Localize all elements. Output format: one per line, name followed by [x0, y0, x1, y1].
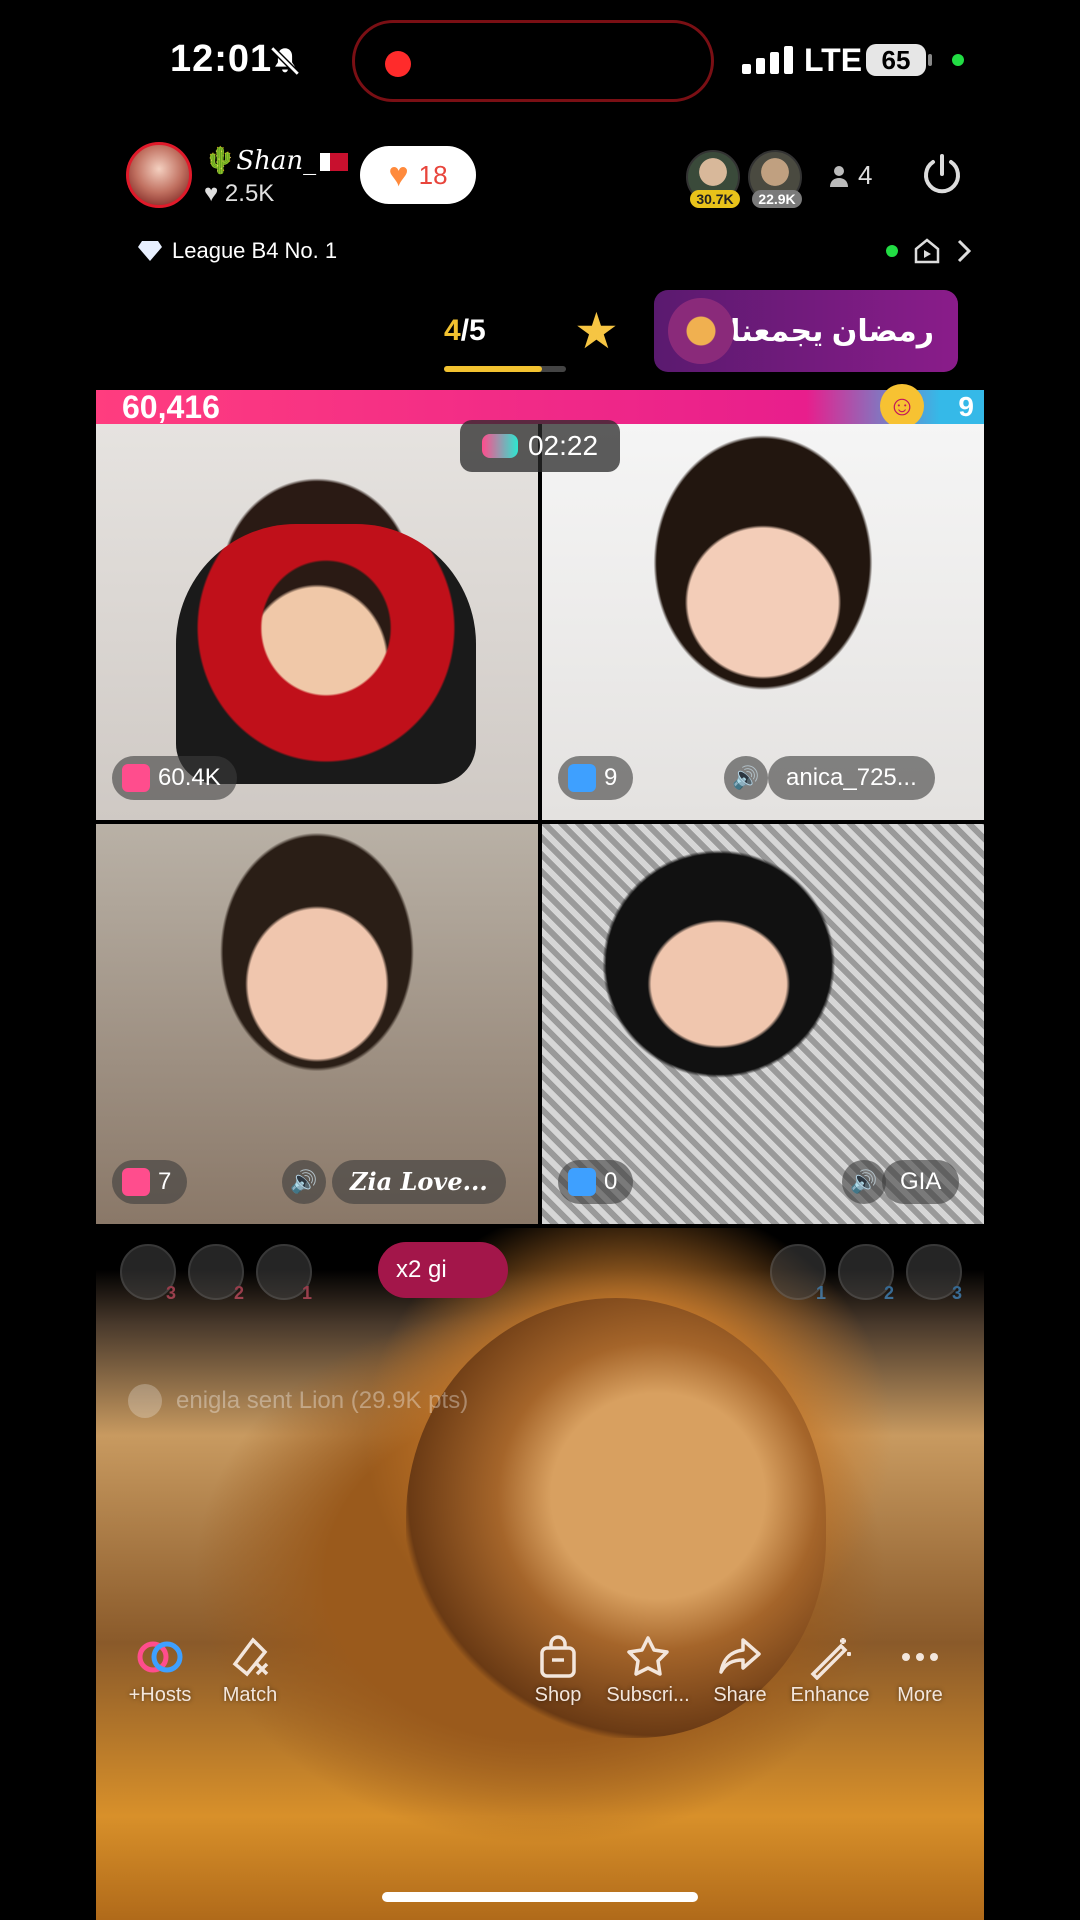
speaker-icon[interactable]: 🔊 — [724, 756, 768, 800]
host-avatar[interactable] — [126, 142, 192, 208]
add-hosts-button[interactable]: +Hosts — [112, 1634, 208, 1707]
page-progress-bar — [444, 366, 566, 372]
lantern-icon — [668, 298, 734, 364]
sender-avatar — [128, 1384, 162, 1418]
gifter-avatar[interactable]: 3 — [120, 1244, 176, 1303]
battle-gloves-icon — [481, 434, 518, 458]
subscribe-button[interactable]: Subscri... — [600, 1634, 696, 1707]
gaming-chair — [176, 524, 476, 784]
top-right-controls — [886, 236, 972, 266]
chevron-right-icon[interactable] — [956, 238, 972, 264]
page-progress-fill — [444, 366, 542, 372]
battery-tip — [928, 54, 932, 66]
magic-wand-icon — [810, 1638, 851, 1680]
gift-alarm-icon — [122, 1168, 150, 1196]
cactus-icon: 🌵 — [204, 146, 237, 176]
lion-gift-animation — [96, 1228, 984, 1920]
battery-icon: 65 — [866, 44, 926, 76]
gift-alarm-icon — [122, 764, 150, 792]
diamond-icon — [138, 241, 162, 261]
guest-tile-3[interactable]: 7 🔊 Zia Love... — [96, 824, 538, 1224]
gift-count-pill: 60.4K — [112, 756, 237, 800]
right-gifter-ranks: 1 2 3 — [770, 1244, 962, 1303]
league-badge[interactable]: League B4 No. 1 — [138, 238, 337, 264]
guest-name[interactable]: anica_725... — [768, 756, 935, 800]
kiss-emoji-icon: ☺ — [880, 384, 924, 428]
gifter-avatar[interactable]: 1 — [770, 1244, 826, 1303]
home-indicator[interactable] — [382, 1892, 698, 1902]
guest-name[interactable]: GIA — [882, 1160, 960, 1204]
status-bar: 12:01 LTE 65 — [0, 0, 1080, 120]
guest-tile-2[interactable]: 9 🔊 anica_725... — [542, 424, 984, 820]
signal-icon — [742, 44, 793, 74]
person-icon — [830, 165, 848, 187]
guest-tile-1[interactable]: 60.4K — [96, 424, 538, 820]
guest-tile-4[interactable]: 0 🔊 GIA — [542, 824, 984, 1224]
power-icon[interactable] — [918, 150, 966, 198]
like-button[interactable]: ♥ 18 — [360, 146, 476, 204]
top-viewer-avatar-1[interactable]: 30.7K — [686, 150, 740, 208]
recording-dot-icon — [385, 51, 411, 77]
more-dots-icon — [902, 1653, 938, 1661]
star-icon[interactable]: ★ — [574, 306, 619, 356]
share-button[interactable]: Share — [692, 1634, 788, 1707]
shop-button[interactable]: Shop — [510, 1634, 606, 1707]
left-gifter-ranks: 3 2 1 — [120, 1244, 312, 1303]
speaker-icon[interactable]: 🔊 — [282, 1160, 326, 1204]
gift-sent-message: enigla sent Lion (29.9K pts) — [128, 1384, 468, 1418]
gifter-avatar[interactable]: 1 — [256, 1244, 312, 1303]
host-likes: ♥ 2.5K — [204, 180, 275, 207]
gift-alarm-icon — [568, 764, 596, 792]
share-arrow-icon — [719, 1638, 761, 1674]
viewer-count[interactable]: 4 — [830, 160, 872, 191]
top-viewer-avatar-2[interactable]: 22.9K — [748, 150, 802, 208]
shopping-bag-icon — [540, 1635, 576, 1678]
home-play-icon[interactable] — [912, 236, 942, 266]
match-button[interactable]: Match — [202, 1634, 298, 1707]
top-viewer-score: 30.7K — [690, 190, 740, 208]
gifter-avatar[interactable]: 3 — [906, 1244, 962, 1303]
link-rings-icon — [137, 1641, 183, 1673]
guest-name[interactable]: Zia Love... — [332, 1160, 506, 1204]
clock: 12:01 — [170, 38, 273, 80]
match-cross-icon — [232, 1637, 269, 1677]
left-score: 60,416 — [122, 389, 220, 425]
gift-count-pill: 9 — [558, 756, 634, 800]
ramadan-banner[interactable]: رمضان يجمعنا — [654, 290, 958, 372]
network-type: LTE — [804, 42, 863, 78]
gifter-avatar[interactable]: 2 — [838, 1244, 894, 1303]
speaker-icon[interactable]: 🔊 — [842, 1160, 886, 1204]
dynamic-island — [352, 20, 714, 102]
heart-icon: ♥ — [388, 156, 409, 194]
host-name[interactable]: 🌵Shan_ — [204, 146, 349, 176]
gift-count-pill: 7 — [112, 1160, 188, 1204]
gift-count-pill: 0 — [558, 1160, 634, 1204]
battle-score-bar: 60,416 ☺ 9 — [96, 384, 984, 428]
battle-timer: 02:22 — [460, 420, 620, 472]
gift-multiplier-pill[interactable]: x2 gi — [378, 1242, 508, 1298]
camera-indicator-dot — [952, 54, 964, 66]
flag-icon — [320, 153, 349, 171]
gift-alarm-icon — [568, 1168, 596, 1196]
enhance-button[interactable]: Enhance — [782, 1634, 878, 1707]
star-badge-icon — [627, 1636, 669, 1676]
top-viewer-score: 22.9K — [752, 190, 802, 208]
more-button[interactable]: More — [872, 1634, 968, 1707]
gifter-avatar[interactable]: 2 — [188, 1244, 244, 1303]
page-indicator: 4/5 — [444, 314, 486, 347]
silent-bell-icon — [270, 46, 300, 76]
heart-icon: ♥ — [204, 180, 219, 207]
online-dot-icon — [886, 245, 898, 257]
right-score: 9 — [958, 391, 974, 422]
